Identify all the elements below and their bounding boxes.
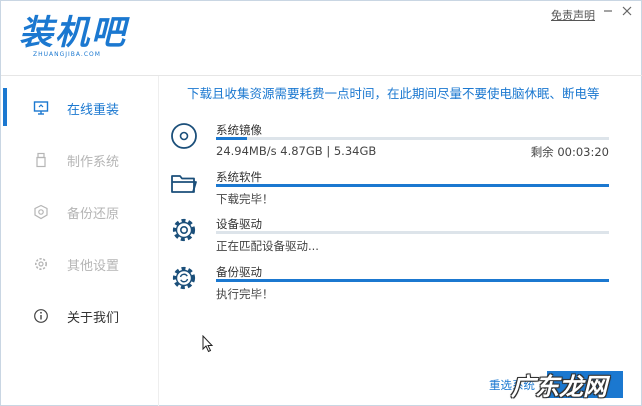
task-status: 24.94MB/s 4.87GB | 5.34GB (216, 144, 377, 158)
task-name: 设备驱动 (216, 217, 262, 231)
minimize-button[interactable] (601, 5, 615, 19)
gear-icon (33, 256, 49, 272)
task-name: 备份驱动 (216, 265, 262, 279)
close-icon (622, 6, 632, 16)
task-status: 下载完毕！ (216, 192, 274, 206)
info-icon (33, 308, 49, 324)
gear-refresh-icon (169, 263, 199, 293)
time-remaining: 剩余 00:03:20 (530, 145, 609, 159)
progress-track (216, 279, 609, 282)
task-device-drivers: 设备驱动 正在匹配设备驱动... (169, 215, 614, 255)
task-status: 正在匹配设备驱动... (216, 239, 319, 253)
app-logo: 装机吧 ZHUANGJIBA.COM (19, 15, 139, 65)
sidebar-item-label: 在线重装 (67, 102, 120, 118)
sidebar-item-make-system[interactable]: 制作系统 (1, 140, 159, 180)
sidebar-item-online-reinstall[interactable]: 在线重装 (1, 88, 159, 128)
progress-fill (216, 184, 609, 187)
gear-icon (169, 215, 199, 245)
task-name: 系统软件 (216, 170, 262, 184)
progress-fill (216, 279, 609, 282)
sidebar-item-label: 备份还原 (67, 206, 120, 222)
progress-track (216, 137, 609, 140)
disclaimer-link[interactable]: 免责声明 (551, 7, 595, 23)
sidebar-item-other-settings[interactable]: 其他设置 (1, 244, 159, 284)
sidebar: 在线重装 制作系统 备份还原 其他设置 关于我们 (1, 76, 159, 406)
sidebar-item-label: 关于我们 (67, 310, 120, 326)
logo-text: 装机吧 (19, 13, 127, 53)
close-button[interactable] (620, 5, 634, 19)
minimize-icon (604, 10, 612, 12)
progress-track (216, 184, 609, 187)
mouse-cursor-icon (202, 335, 214, 353)
sidebar-item-about-us[interactable]: 关于我们 (1, 296, 159, 336)
usb-icon (33, 152, 49, 168)
task-backup-drivers: 备份驱动 执行完毕！ (169, 263, 614, 303)
watermark-text: 广东龙网 (511, 373, 607, 401)
disc-icon (169, 121, 199, 151)
task-system-software: 系统软件 下载完毕！ (169, 168, 614, 208)
progress-fill (216, 137, 248, 140)
installer-window: 装机吧 ZHUANGJIBA.COM 免责声明 在线重装 制作系统 备份还原 其… (0, 0, 642, 406)
sidebar-item-label: 制作系统 (67, 154, 120, 170)
sidebar-item-backup-restore[interactable]: 备份还原 (1, 192, 159, 232)
monitor-icon (33, 100, 49, 116)
task-status: 执行完毕！ (216, 287, 274, 301)
task-system-image: 系统镜像 24.94MB/s 4.87GB | 5.34GB 剩余 00:03:… (169, 121, 614, 161)
task-name: 系统镜像 (216, 123, 262, 137)
sidebar-item-label: 其他设置 (67, 258, 120, 274)
download-notice: 下载且收集资源需要耗费一点时间，在此期间尽量不要使电脑休眠、断电等 (187, 86, 600, 101)
backup-icon (33, 204, 49, 220)
progress-track (216, 231, 609, 234)
folder-icon (169, 168, 199, 198)
